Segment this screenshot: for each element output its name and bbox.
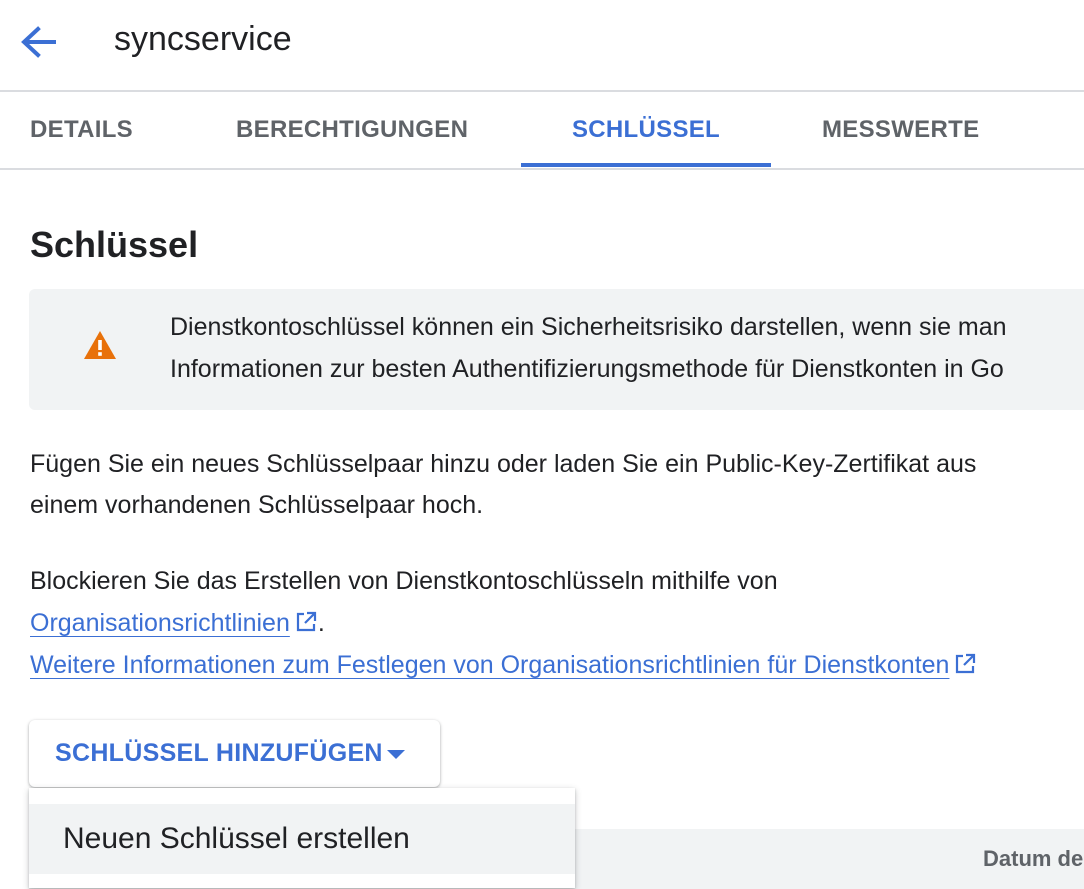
top-bar: syncservice bbox=[0, 0, 1084, 92]
tab-berechtigungen[interactable]: BERECHTIGUNGEN bbox=[236, 92, 468, 168]
organization-policies-link[interactable]: Organisationsrichtlinien bbox=[30, 609, 318, 637]
warning-text-line-2: Informationen zur besten Authentifizieru… bbox=[170, 355, 1004, 383]
warning-banner: Dienstkontoschlüssel können ein Sicherhe… bbox=[29, 289, 1084, 410]
policy-line: Organisationsrichtlinien. bbox=[30, 609, 325, 638]
open-in-new-icon bbox=[956, 653, 976, 674]
policy-link-suffix: . bbox=[317, 609, 325, 637]
add-key-button-label: SCHLÜSSEL HINZUFÜGEN bbox=[55, 739, 383, 767]
tab-schluessel[interactable]: SCHLÜSSEL bbox=[521, 92, 771, 168]
arrow-drop-down-icon bbox=[387, 750, 405, 759]
open-in-new-icon bbox=[296, 611, 316, 632]
organization-policies-link-label: Organisationsrichtlinien bbox=[30, 609, 290, 637]
section-heading: Schlüssel bbox=[30, 224, 199, 265]
intro-text-line-2: einem vorhandenen Schlüsselpaar hoch. bbox=[30, 491, 484, 519]
menu-item-label: Neuen Schlüssel erstellen bbox=[63, 822, 410, 855]
more-info-line: Weitere Informationen zum Festlegen von … bbox=[30, 651, 977, 680]
block-text: Blockieren Sie das Erstellen von Dienstk… bbox=[30, 567, 778, 595]
add-key-button[interactable]: SCHLÜSSEL HINZUFÜGEN bbox=[29, 720, 440, 787]
more-info-link[interactable]: Weitere Informationen zum Festlegen von … bbox=[30, 651, 977, 679]
tab-bar: DETAILS BERECHTIGUNGEN SCHLÜSSEL MESSWER… bbox=[0, 92, 1084, 170]
tab-messwerte[interactable]: MESSWERTE bbox=[822, 92, 979, 168]
add-key-menu: Neuen Schlüssel erstellen bbox=[29, 788, 575, 888]
warning-text-line-1: Dienstkontoschlüssel können ein Sicherhe… bbox=[170, 313, 1007, 341]
menu-item-create-new-key[interactable]: Neuen Schlüssel erstellen bbox=[29, 804, 575, 874]
intro-text-line-1: Fügen Sie ein neues Schlüsselpaar hinzu … bbox=[30, 450, 977, 478]
active-tab-indicator bbox=[521, 163, 771, 167]
column-header-date[interactable]: Datum de bbox=[983, 846, 1083, 872]
tab-details[interactable]: DETAILS bbox=[30, 92, 133, 168]
back-button[interactable] bbox=[16, 22, 60, 62]
warning-icon bbox=[84, 331, 116, 359]
more-info-link-label: Weitere Informationen zum Festlegen von … bbox=[30, 651, 950, 679]
page-title: syncservice bbox=[114, 20, 292, 58]
arrow-back-icon bbox=[21, 26, 56, 58]
